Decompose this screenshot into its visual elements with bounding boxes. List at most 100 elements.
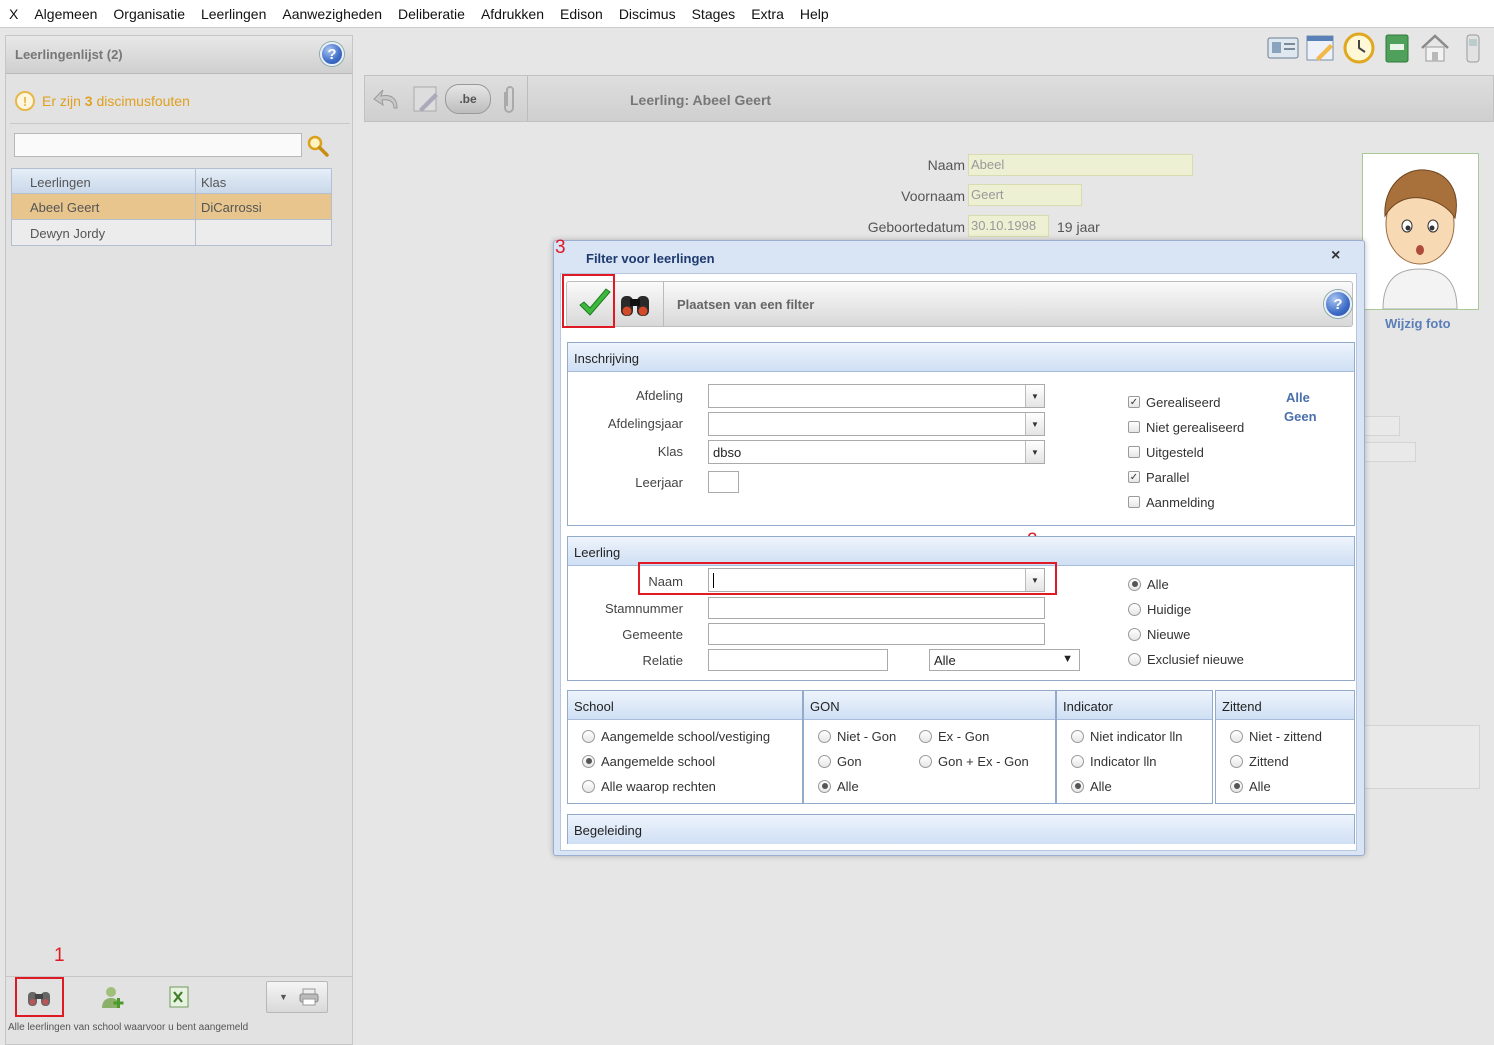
notebook-icon[interactable]	[1380, 32, 1414, 64]
column-header-leerlingen[interactable]: Leerlingen	[12, 169, 196, 193]
change-photo-link[interactable]: Wijzig foto	[1385, 316, 1451, 331]
menu-help[interactable]: Help	[793, 6, 838, 22]
menu-aanwezigheden[interactable]: Aanwezigheden	[275, 6, 391, 22]
radio-unselected[interactable]	[1128, 602, 1141, 616]
radio-nieuwe[interactable]: Nieuwe	[1128, 625, 1244, 643]
radio-selected[interactable]	[1071, 779, 1084, 793]
checkbox-unchecked[interactable]	[1128, 421, 1140, 433]
radio-unselected[interactable]	[1230, 729, 1243, 743]
menu-deliberatie[interactable]: Deliberatie	[391, 6, 474, 22]
edit-icon[interactable]	[409, 82, 443, 116]
radio-unselected[interactable]	[818, 754, 831, 768]
radio-unselected[interactable]	[1230, 754, 1243, 768]
column-header-klas[interactable]: Klas	[196, 169, 226, 193]
attachment-icon[interactable]	[499, 84, 519, 116]
checkbox-checked[interactable]: ✓	[1128, 396, 1140, 408]
stamnummer-input[interactable]	[708, 597, 1045, 619]
menu-afdrukken[interactable]: Afdrukken	[474, 6, 553, 22]
radio-selected[interactable]	[582, 754, 595, 768]
radio-unselected[interactable]	[919, 729, 932, 743]
radio-aangemelde-school[interactable]: Aangemelde school	[582, 752, 770, 770]
table-row[interactable]: Abeel Geert DiCarrossi	[11, 194, 332, 220]
relatie-input[interactable]	[708, 649, 888, 671]
naam-field[interactable]: Abeel	[968, 154, 1193, 176]
clock-icon[interactable]	[1342, 32, 1376, 64]
radio-niet-indicator[interactable]: Niet indicator lln	[1071, 727, 1183, 745]
radio-aangemelde-school-vestiging[interactable]: Aangemelde school/vestiging	[582, 727, 770, 745]
select-none-link[interactable]: Geen	[1284, 409, 1317, 424]
gemeente-input[interactable]	[708, 623, 1045, 645]
naam-select[interactable]: ▼	[708, 568, 1045, 592]
afdeling-select[interactable]: ▼	[708, 384, 1045, 408]
search-icon[interactable]	[306, 134, 330, 158]
checkbox-parallel[interactable]: ✓ Parallel	[1128, 468, 1244, 486]
radio-niet-zittend[interactable]: Niet - zittend	[1230, 727, 1322, 745]
checkbox-unchecked[interactable]	[1128, 446, 1140, 458]
checkbox-aanmelding[interactable]: Aanmelding	[1128, 493, 1244, 511]
radio-gon-alle[interactable]: Alle	[818, 777, 859, 795]
checkbox-checked[interactable]: ✓	[1128, 471, 1140, 483]
radio-unselected[interactable]	[919, 754, 932, 768]
phone-icon[interactable]	[1456, 32, 1490, 64]
radio-niet-gon[interactable]: Niet - Gon	[818, 727, 896, 745]
menu-extra[interactable]: Extra	[744, 6, 793, 22]
menu-algemeen[interactable]: Algemeen	[27, 6, 106, 22]
radio-unselected[interactable]	[818, 729, 831, 743]
leerjaar-input[interactable]	[708, 471, 739, 493]
radio-selected[interactable]	[818, 779, 831, 793]
student-photo[interactable]	[1362, 153, 1479, 310]
table-row[interactable]: Dewyn Jordy	[11, 220, 332, 246]
edit-form-icon[interactable]	[1304, 32, 1338, 64]
checkbox-unchecked[interactable]	[1128, 496, 1140, 508]
radio-alle-waarop-rechten[interactable]: Alle waarop rechten	[582, 777, 770, 795]
discimus-warning[interactable]: ! Er zijn 3 discimusfouten	[15, 91, 190, 111]
radio-unselected[interactable]	[1071, 729, 1084, 743]
add-student-icon[interactable]	[99, 983, 127, 1011]
radio-unselected[interactable]	[1128, 627, 1141, 641]
relatie-select[interactable]: Alle ▼	[929, 649, 1080, 671]
be-id-icon[interactable]: .be	[445, 84, 491, 114]
student-card-icon[interactable]	[1266, 32, 1300, 64]
search-input[interactable]	[14, 133, 302, 157]
begeleiding-section[interactable]: Begeleiding	[567, 814, 1355, 844]
binoculars-icon[interactable]	[619, 290, 651, 320]
undo-icon[interactable]	[371, 82, 405, 116]
radio-alle[interactable]: Alle	[1128, 575, 1244, 593]
radio-zittend[interactable]: Zittend	[1230, 752, 1322, 770]
checkbox-uitgesteld[interactable]: Uitgesteld	[1128, 443, 1244, 461]
radio-huidige[interactable]: Huidige	[1128, 600, 1244, 618]
radio-ex-gon[interactable]: Ex - Gon	[919, 727, 989, 745]
menu-discimus[interactable]: Discimus	[612, 6, 685, 22]
help-icon[interactable]: ?	[1324, 290, 1352, 318]
afdelingsjaar-select[interactable]: ▼	[708, 412, 1045, 436]
print-dropdown-button[interactable]: ▼	[266, 981, 328, 1013]
geboortedatum-field[interactable]: 30.10.1998	[968, 215, 1049, 237]
menu-close[interactable]: X	[2, 6, 27, 22]
radio-selected[interactable]	[1128, 577, 1141, 591]
klas-select[interactable]: dbso ▼	[708, 440, 1045, 464]
menu-organisatie[interactable]: Organisatie	[106, 6, 194, 22]
menu-stages[interactable]: Stages	[685, 6, 745, 22]
radio-unselected[interactable]	[582, 729, 595, 743]
help-icon[interactable]: ?	[320, 42, 344, 66]
menu-leerlingen[interactable]: Leerlingen	[194, 6, 275, 22]
excel-export-icon[interactable]	[165, 983, 193, 1011]
close-icon[interactable]: ×	[1331, 247, 1340, 265]
checkbox-gerealiseerd[interactable]: ✓ Gerealiseerd	[1128, 393, 1244, 411]
radio-gon-ex-gon[interactable]: Gon + Ex - Gon	[919, 752, 1029, 770]
radio-selected[interactable]	[1230, 779, 1243, 793]
checkbox-niet-gerealiseerd[interactable]: Niet gerealiseerd	[1128, 418, 1244, 436]
radio-indicator[interactable]: Indicator lln	[1071, 752, 1183, 770]
radio-zittend-alle[interactable]: Alle	[1230, 777, 1322, 795]
voornaam-field[interactable]: Geert	[968, 184, 1082, 206]
radio-unselected[interactable]	[582, 779, 595, 793]
menu-edison[interactable]: Edison	[553, 6, 612, 22]
radio-gon[interactable]: Gon	[818, 752, 862, 770]
radio-indicator-alle[interactable]: Alle	[1071, 777, 1183, 795]
radio-unselected[interactable]	[1128, 652, 1141, 666]
home-icon[interactable]	[1418, 32, 1452, 64]
radio-exclusief-nieuwe[interactable]: Exclusief nieuwe	[1128, 650, 1244, 668]
select-all-link[interactable]: Alle	[1286, 390, 1310, 405]
radio-unselected[interactable]	[1071, 754, 1084, 768]
filter-binoculars-icon[interactable]	[25, 983, 53, 1011]
